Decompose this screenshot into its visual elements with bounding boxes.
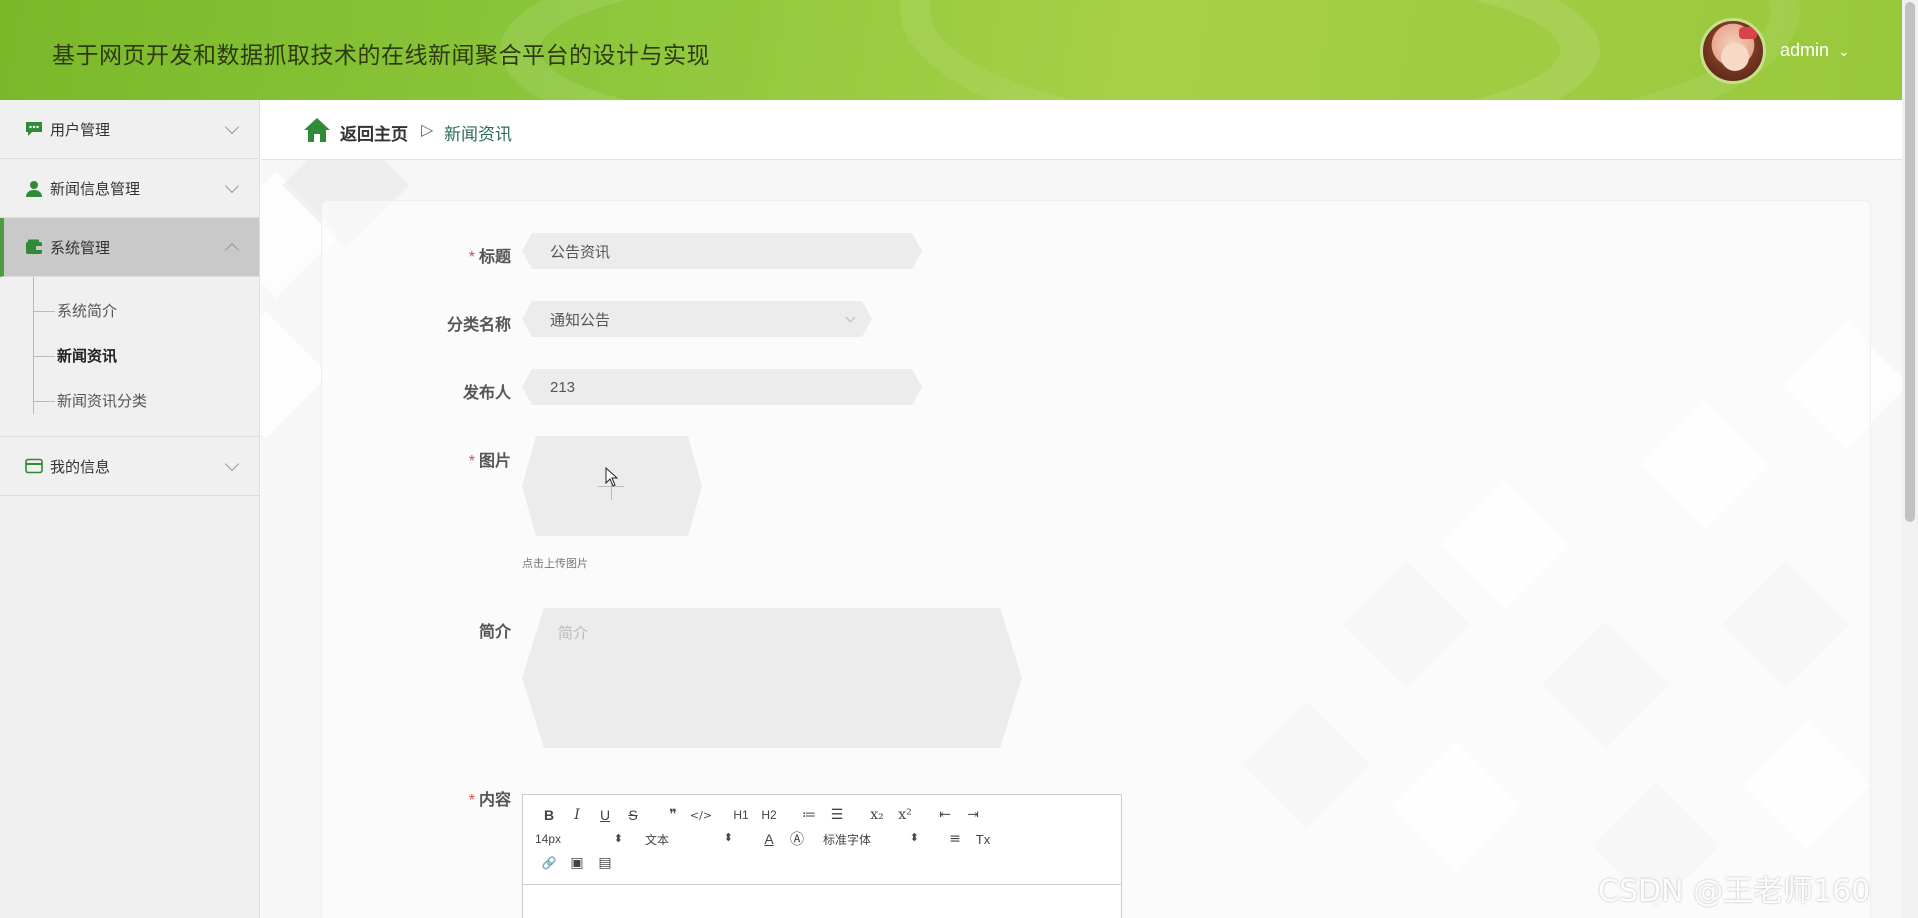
sidebar-subitem-news[interactable]: 新闻资讯 [0,334,259,379]
background-color-button[interactable]: Ⓐ [783,829,811,849]
category-select[interactable]: 通知公告 [522,301,872,337]
font-family-select[interactable]: 标准字体 [823,831,919,848]
editor-toolbar: B I U S ❞ </> H1 H2 ≔ ☰ x₂ x² ⇤ ⇥ 14px ⬍… [523,795,1121,885]
breadcrumb-current: 新闻资讯 [444,125,512,144]
align-button[interactable]: ≡ [941,831,969,847]
scrollbar-thumb[interactable] [1905,2,1915,522]
chevron-down-icon [224,119,240,135]
sidebar-item-system-management[interactable]: 系统管理 [0,218,259,277]
blockquote-button[interactable]: ❞ [659,807,687,823]
rich-text-editor[interactable]: B I U S ❞ </> H1 H2 ≔ ☰ x₂ x² ⇤ ⇥ 14px ⬍… [522,794,1122,918]
wallet-icon [24,238,44,256]
summary-textarea[interactable]: 简介 [522,608,1022,748]
chevron-down-icon [224,178,240,194]
header-decoration [900,0,1800,100]
chevron-down-icon: ⌄ [1838,43,1850,59]
clear-format-button[interactable]: Tx [969,832,997,847]
bold-button[interactable]: B [535,807,563,823]
content-label: * 内容 [468,792,511,809]
user-icon [24,179,44,197]
app-title: 基于网页开发和数据抓取技术的在线新闻聚合平台的设计与实现 [52,42,710,68]
bullet-list-button[interactable]: ☰ [823,807,851,823]
user-menu[interactable]: admin ⌄ [1780,40,1850,61]
sidebar-subitem-system-intro[interactable]: 系统简介 [0,289,259,334]
sidebar-item-label: 系统管理 [50,239,111,257]
username: admin [1780,40,1830,60]
sidebar-item-news-management[interactable]: 新闻信息管理 [0,159,259,218]
breadcrumb: 返回主页 ▷ 新闻资讯 [261,100,1902,160]
toolbar-row-3: 🔗 ▣ ▤ [535,851,1109,875]
vertical-scrollbar[interactable] [1902,0,1918,918]
toolbar-row-1: B I U S ❞ </> H1 H2 ≔ ☰ x₂ x² ⇤ ⇥ [535,803,1109,827]
block-type-select[interactable]: 文本 [645,831,733,848]
sidebar-item-my-info[interactable]: 我的信息 [0,437,259,496]
mouse-cursor-icon [605,467,619,487]
chevron-up-icon [224,242,240,258]
publisher-input[interactable]: 213 [522,369,922,405]
top-header: 基于网页开发和数据抓取技术的在线新闻聚合平台的设计与实现 admin ⌄ [0,0,1902,100]
indent-button[interactable]: ⇥ [959,807,987,823]
submenu-system: 系统简介 新闻资讯 新闻资讯分类 [0,277,259,437]
video-button[interactable]: ▤ [591,855,619,871]
upload-hint: 点击上传图片 [522,558,588,570]
image-label: * 图片 [468,453,511,470]
text-color-button[interactable]: A [755,831,783,847]
avatar[interactable] [1700,18,1766,84]
link-button[interactable]: 🔗 [535,856,563,870]
avatar-face [1721,43,1749,71]
superscript-button[interactable]: x² [891,807,919,823]
heading2-button[interactable]: H2 [755,808,783,822]
subscript-button[interactable]: x₂ [863,807,891,823]
title-input[interactable]: 公告资讯 [522,233,922,269]
summary-label: 简介 [478,624,511,641]
sidebar-item-user-management[interactable]: 用户管理 [0,100,259,159]
heading1-button[interactable]: H1 [727,808,755,822]
breadcrumb-separator: ▷ [421,122,434,139]
font-size-select[interactable]: 14px [535,832,623,846]
avatar-bow [1739,27,1757,39]
ordered-list-button[interactable]: ≔ [795,807,823,823]
chat-icon [24,120,44,138]
strike-button[interactable]: S [619,807,647,823]
sidebar-subitem-news-category[interactable]: 新闻资讯分类 [0,379,259,424]
code-block-button[interactable]: </> [687,809,715,822]
sidebar-item-label: 新闻信息管理 [50,180,141,198]
card-icon [24,457,44,475]
sidebar-item-label: 用户管理 [50,121,111,139]
image-button[interactable]: ▣ [563,855,591,871]
chevron-down-icon [846,313,856,323]
publisher-label: 发布人 [462,385,511,402]
title-label: * 标题 [468,249,511,266]
category-label: 分类名称 [446,317,511,334]
bg-tile [261,311,330,439]
toolbar-row-2: 14px 文本 A Ⓐ 标准字体 ≡ Tx [535,827,1109,851]
main-content: * 标题 公告资讯 分类名称 通知公告 发布人 213 * 图片 点击上传图片 简介… [261,160,1902,918]
home-icon[interactable] [303,117,331,143]
outdent-button[interactable]: ⇤ [931,807,959,823]
watermark: CSDN @王老师160 [1598,874,1871,909]
sidebar: 用户管理 新闻信息管理 系统管理 系统简介 新闻资讯 新闻资讯分类 我的信息 [0,100,260,918]
breadcrumb-home-link[interactable]: 返回主页 [340,120,408,145]
italic-button[interactable]: I [563,807,591,823]
chevron-down-icon [224,456,240,472]
underline-button[interactable]: U [591,807,619,823]
sidebar-item-label: 我的信息 [50,458,111,476]
